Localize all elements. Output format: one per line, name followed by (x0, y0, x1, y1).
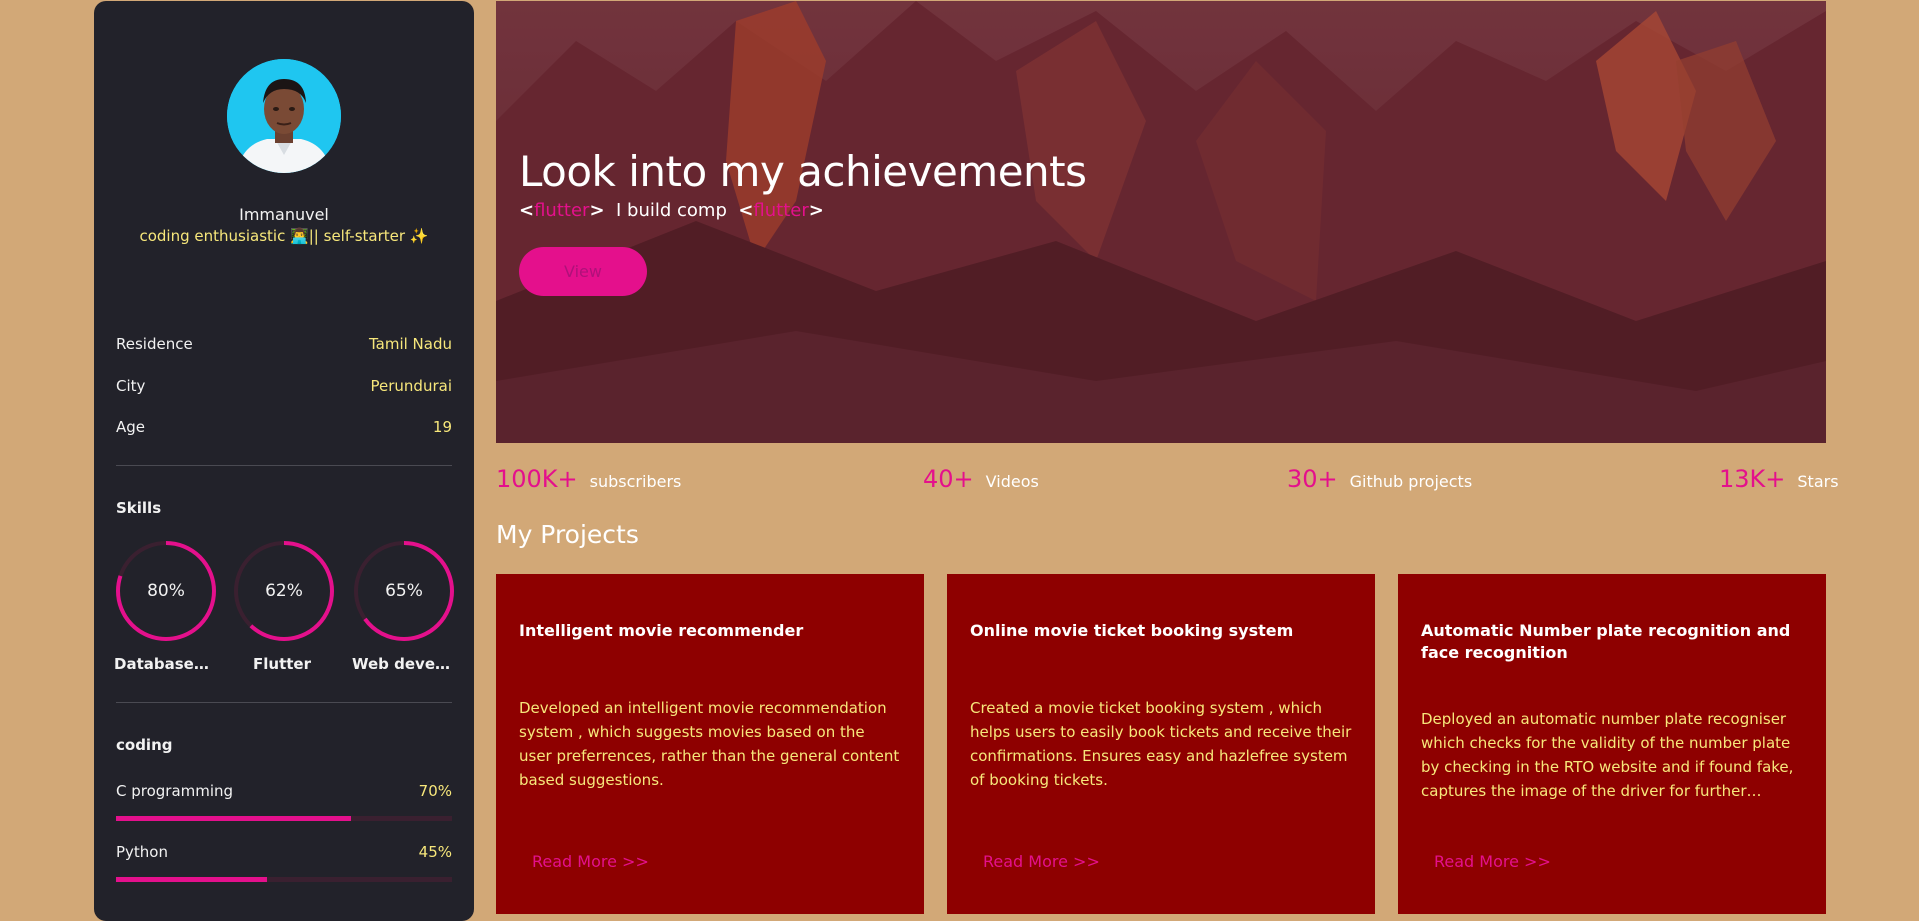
coding-percent: 70% (418, 782, 452, 800)
stat-github-projects: 30+ Github projects (1287, 465, 1472, 493)
skills-title: Skills (116, 499, 162, 517)
divider (116, 702, 452, 703)
skill-database: 80% Database ... (114, 539, 218, 673)
info-row-city: City Perundurai (116, 377, 452, 395)
info-value: 19 (432, 418, 452, 436)
profile-tagline: coding enthusiastic 👨‍💻|| self-starter ✨ (139, 227, 429, 245)
info-label: Residence (116, 335, 193, 353)
coding-label: Python (116, 843, 168, 861)
coding-bar-python: Python 45% (116, 843, 452, 882)
typed-text: I build comp (615, 200, 727, 221)
stat-label: Github projects (1349, 472, 1473, 491)
read-more-link[interactable]: Read More >> (983, 852, 1100, 871)
project-card: Automatic Number plate recognition and f… (1398, 574, 1826, 914)
coding-title: coding (116, 736, 173, 754)
info-label: City (116, 377, 146, 395)
read-more-link[interactable]: Read More >> (1434, 852, 1551, 871)
stat-stars: 13K+ Stars (1719, 465, 1839, 493)
mountain-background (496, 1, 1826, 443)
project-description: Deployed an automatic number plate recog… (1421, 710, 1794, 800)
tag-name: flutter (753, 200, 809, 221)
project-title: Online movie ticket booking system (970, 621, 1294, 640)
skill-flutter: 62% Flutter (232, 539, 336, 673)
profile-name: Immanuvel (239, 205, 329, 224)
project-description: Developed an intelligent movie recommend… (519, 699, 900, 789)
project-card: Intelligent movie recommender Developed … (496, 574, 924, 914)
view-button[interactable]: View (519, 247, 647, 296)
project-description: Created a movie ticket booking system , … (970, 699, 1352, 789)
info-value: Perundurai (370, 377, 452, 395)
coding-label: C programming (116, 782, 234, 800)
skill-label: Database ... (114, 655, 214, 673)
avatar (227, 59, 341, 173)
info-value: Tamil Nadu (368, 335, 452, 353)
stat-videos: 40+ Videos (923, 465, 1039, 493)
progress-fill (116, 877, 268, 882)
info-label: Age (116, 418, 146, 436)
projects-title: My Projects (496, 520, 639, 549)
coding-percent: 45% (418, 843, 452, 861)
stat-number: 40+ (923, 465, 974, 493)
tag-bracket: > (589, 200, 605, 221)
info-row-age: Age 19 (116, 418, 452, 436)
tag-bracket: > (808, 200, 824, 221)
tag-bracket: < (519, 200, 535, 221)
hero-title: Look into my achievements (519, 147, 1087, 196)
profile-sidebar: Immanuvel coding enthusiastic 👨‍💻|| self… (94, 1, 474, 921)
tag-bracket: < (738, 200, 754, 221)
stat-number: 30+ (1287, 465, 1338, 493)
user-photo-icon (227, 59, 341, 173)
project-title: Intelligent movie recommender (519, 621, 804, 640)
tag-name: flutter (534, 200, 590, 221)
skill-percent: 65% (385, 581, 423, 601)
skill-label: Flutter (253, 655, 311, 673)
progress-track (116, 816, 452, 821)
stat-label: Stars (1797, 472, 1839, 491)
read-more-link[interactable]: Read More >> (532, 852, 649, 871)
hero-subtitle: <flutter> I build comp <flutter> (519, 200, 824, 221)
coding-bar-c: C programming 70% (116, 782, 452, 821)
stat-number: 13K+ (1719, 465, 1786, 493)
skill-label: Web devel... (352, 655, 452, 673)
skill-web-development: 65% Web devel... (352, 539, 456, 673)
skill-percent: 62% (265, 581, 303, 601)
info-row-residence: Residence Tamil Nadu (116, 335, 452, 353)
skill-percent: 80% (147, 581, 185, 601)
divider (116, 465, 452, 466)
project-title: Automatic Number plate recognition and f… (1421, 621, 1791, 662)
stat-number: 100K+ (496, 465, 578, 493)
stat-label: subscribers (589, 472, 682, 491)
hero-banner: Look into my achievements <flutter> I bu… (496, 1, 1826, 443)
stat-label: Videos (985, 472, 1039, 491)
progress-track (116, 877, 452, 882)
project-card: Online movie ticket booking system Creat… (947, 574, 1375, 914)
progress-fill (116, 816, 352, 821)
stat-subscribers: 100K+ subscribers (496, 465, 681, 493)
